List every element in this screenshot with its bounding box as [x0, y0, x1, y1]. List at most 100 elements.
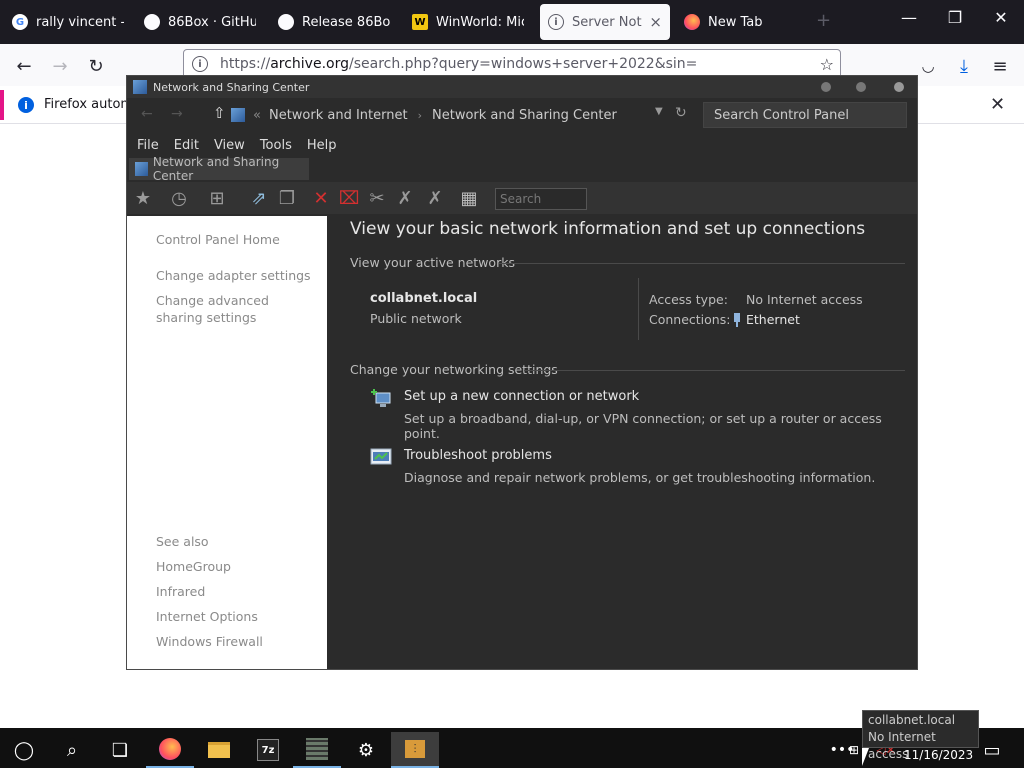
up-arrow-icon[interactable]: ⇧: [213, 104, 226, 122]
firefox-taskbar-icon[interactable]: [146, 732, 194, 768]
tab-label: rally vincent - Go: [36, 14, 124, 30]
control-panel-taskbar-icon[interactable]: ⫶: [391, 732, 439, 768]
menu-help[interactable]: Help: [307, 138, 337, 153]
connections-label: Connections:: [649, 312, 731, 327]
troubleshoot-desc: Diagnose and repair network problems, or…: [404, 470, 876, 485]
bookmark-star-icon[interactable]: ☆: [820, 55, 834, 74]
7zip-icon[interactable]: 7z: [244, 732, 292, 768]
menu-view[interactable]: View: [214, 138, 245, 153]
new-connection-icon: [370, 388, 392, 410]
history-clock-icon[interactable]: ◷: [167, 186, 191, 210]
notification-stripe: [0, 90, 4, 120]
change-advanced-sharing-link[interactable]: Change advanced sharing settings: [156, 292, 316, 326]
breadcrumb-overflow-icon[interactable]: «: [253, 108, 261, 123]
info-icon: i: [18, 97, 34, 113]
tab-label: 86Box · GitHub: [168, 14, 256, 30]
reload-icon[interactable]: ↻: [82, 52, 110, 80]
breadcrumb[interactable]: « Network and Internet › Network and Sha…: [231, 102, 697, 128]
mouse-cursor-icon: [862, 748, 869, 766]
info-icon[interactable]: i: [192, 56, 208, 72]
copy-to-icon[interactable]: ❐: [275, 186, 299, 210]
back-arrow-icon[interactable]: ←: [10, 52, 38, 80]
cut-icon[interactable]: ✂: [365, 186, 389, 210]
tab-release-86box[interactable]: Release 86Box 4: [270, 4, 398, 40]
homegroup-link[interactable]: HomeGroup: [156, 558, 231, 575]
back-arrow-icon[interactable]: ←: [141, 106, 153, 122]
breadcrumb-sharing-center[interactable]: Network and Sharing Center: [432, 108, 617, 123]
minimize-icon[interactable]: [821, 82, 831, 92]
maximize-icon[interactable]: [856, 82, 866, 92]
control-panel-search[interactable]: Search Control Panel: [703, 102, 907, 128]
toolbar-search-input[interactable]: Search: [495, 188, 587, 210]
tooltip-network-name: collabnet.local: [868, 713, 956, 727]
refresh-icon[interactable]: ↻: [675, 105, 687, 121]
search-icon[interactable]: ⌕: [48, 732, 96, 768]
pocket-icon[interactable]: ◡: [914, 52, 942, 80]
internet-options-link[interactable]: Internet Options: [156, 608, 258, 625]
tab-winworld[interactable]: W WinWorld: Micro: [404, 4, 532, 40]
close-notification-icon[interactable]: ✕: [990, 94, 1005, 115]
menu-edit[interactable]: Edit: [174, 138, 199, 153]
download-icon[interactable]: ⤓: [950, 52, 978, 80]
network-type-link[interactable]: Public network: [370, 311, 462, 326]
close-window-icon[interactable]: ✕: [978, 8, 1024, 27]
troubleshoot-icon: [370, 522, 392, 544]
tab-86box-github[interactable]: 86Box · GitHub: [136, 4, 264, 40]
breadcrumb-network-internet[interactable]: Network and Internet: [269, 108, 408, 123]
tab-new-tab[interactable]: New Tab: [676, 4, 806, 40]
info-icon: i: [548, 14, 564, 30]
tooltip-access-status: No Internet access: [868, 730, 936, 761]
close-tab-icon[interactable]: ×: [643, 13, 662, 31]
network-name: collabnet.local: [370, 291, 478, 306]
see-also-title: See also: [156, 534, 209, 549]
tab-server-not-found[interactable]: i Server Not Fo ×: [540, 4, 670, 40]
start-button-icon[interactable]: ◯: [0, 732, 48, 768]
delete-file-icon[interactable]: ⌧: [337, 186, 361, 210]
ethernet-connection-link[interactable]: Ethernet: [746, 312, 800, 327]
tab-label: Server Not Fo: [572, 14, 643, 30]
explorer-tab[interactable]: Network and Sharing Center: [129, 155, 309, 183]
menu-file[interactable]: File: [137, 138, 159, 153]
settings-gear-icon[interactable]: ⚙: [342, 732, 390, 768]
address-bar: ← → ⇧ « Network and Internet › Network a…: [127, 98, 917, 132]
firefox-icon: [684, 14, 700, 30]
browser-tab-bar: G rally vincent - Go 86Box · GitHub Rele…: [0, 0, 1024, 44]
move-to-icon[interactable]: ⇗: [247, 186, 271, 210]
redo-icon[interactable]: ✗: [423, 186, 447, 210]
86box-icon[interactable]: [293, 732, 341, 768]
hamburger-menu-icon[interactable]: ≡: [986, 52, 1014, 80]
minimize-icon[interactable]: —: [886, 8, 932, 27]
tab-google[interactable]: G rally vincent - Go: [4, 4, 132, 40]
infrared-link[interactable]: Infrared: [156, 583, 205, 600]
view-options-icon[interactable]: ▦: [457, 186, 481, 210]
windows-firewall-link[interactable]: Windows Firewall: [156, 633, 263, 650]
change-adapter-settings-link[interactable]: Change adapter settings: [156, 267, 311, 284]
network-tooltip: collabnet.local No Internet access: [862, 710, 979, 761]
tab-label: WinWorld: Micro: [436, 14, 524, 30]
menu-tools[interactable]: Tools: [260, 138, 292, 153]
task-view-icon[interactable]: ❏: [96, 732, 144, 768]
window-title-bar[interactable]: Network and Sharing Center: [127, 76, 917, 98]
explorer-toolbar: ★ ◷ ⊞ ⇗ ❐ ✕ ⌧ ✂ ✗ ✗ ▦ Search: [127, 182, 917, 214]
divider: [524, 370, 905, 371]
setup-connection-link[interactable]: Set up a new connection or network: [404, 389, 639, 404]
troubleshoot-link[interactable]: Troubleshoot problems: [404, 448, 552, 463]
maximize-icon[interactable]: ❐: [932, 8, 978, 27]
divider: [499, 263, 905, 264]
windows-logo-icon[interactable]: ⊞: [205, 186, 229, 210]
chevron-down-icon[interactable]: ▼: [655, 106, 663, 117]
forward-arrow-icon[interactable]: →: [46, 52, 74, 80]
network-center-icon: [231, 108, 245, 122]
favorites-star-icon[interactable]: ★: [131, 186, 155, 210]
google-icon: G: [12, 14, 28, 30]
undo-icon[interactable]: ✗: [393, 186, 417, 210]
new-tab-plus-icon[interactable]: +: [816, 10, 831, 31]
window-title: Network and Sharing Center: [153, 80, 310, 94]
chevron-right-icon: ›: [417, 108, 422, 122]
control-panel-home-link[interactable]: Control Panel Home: [156, 231, 280, 248]
close-icon[interactable]: [894, 82, 904, 92]
network-center-icon: [133, 80, 147, 94]
forward-arrow-icon[interactable]: →: [171, 106, 183, 122]
file-explorer-icon[interactable]: [195, 732, 243, 768]
delete-x-icon[interactable]: ✕: [309, 186, 333, 210]
